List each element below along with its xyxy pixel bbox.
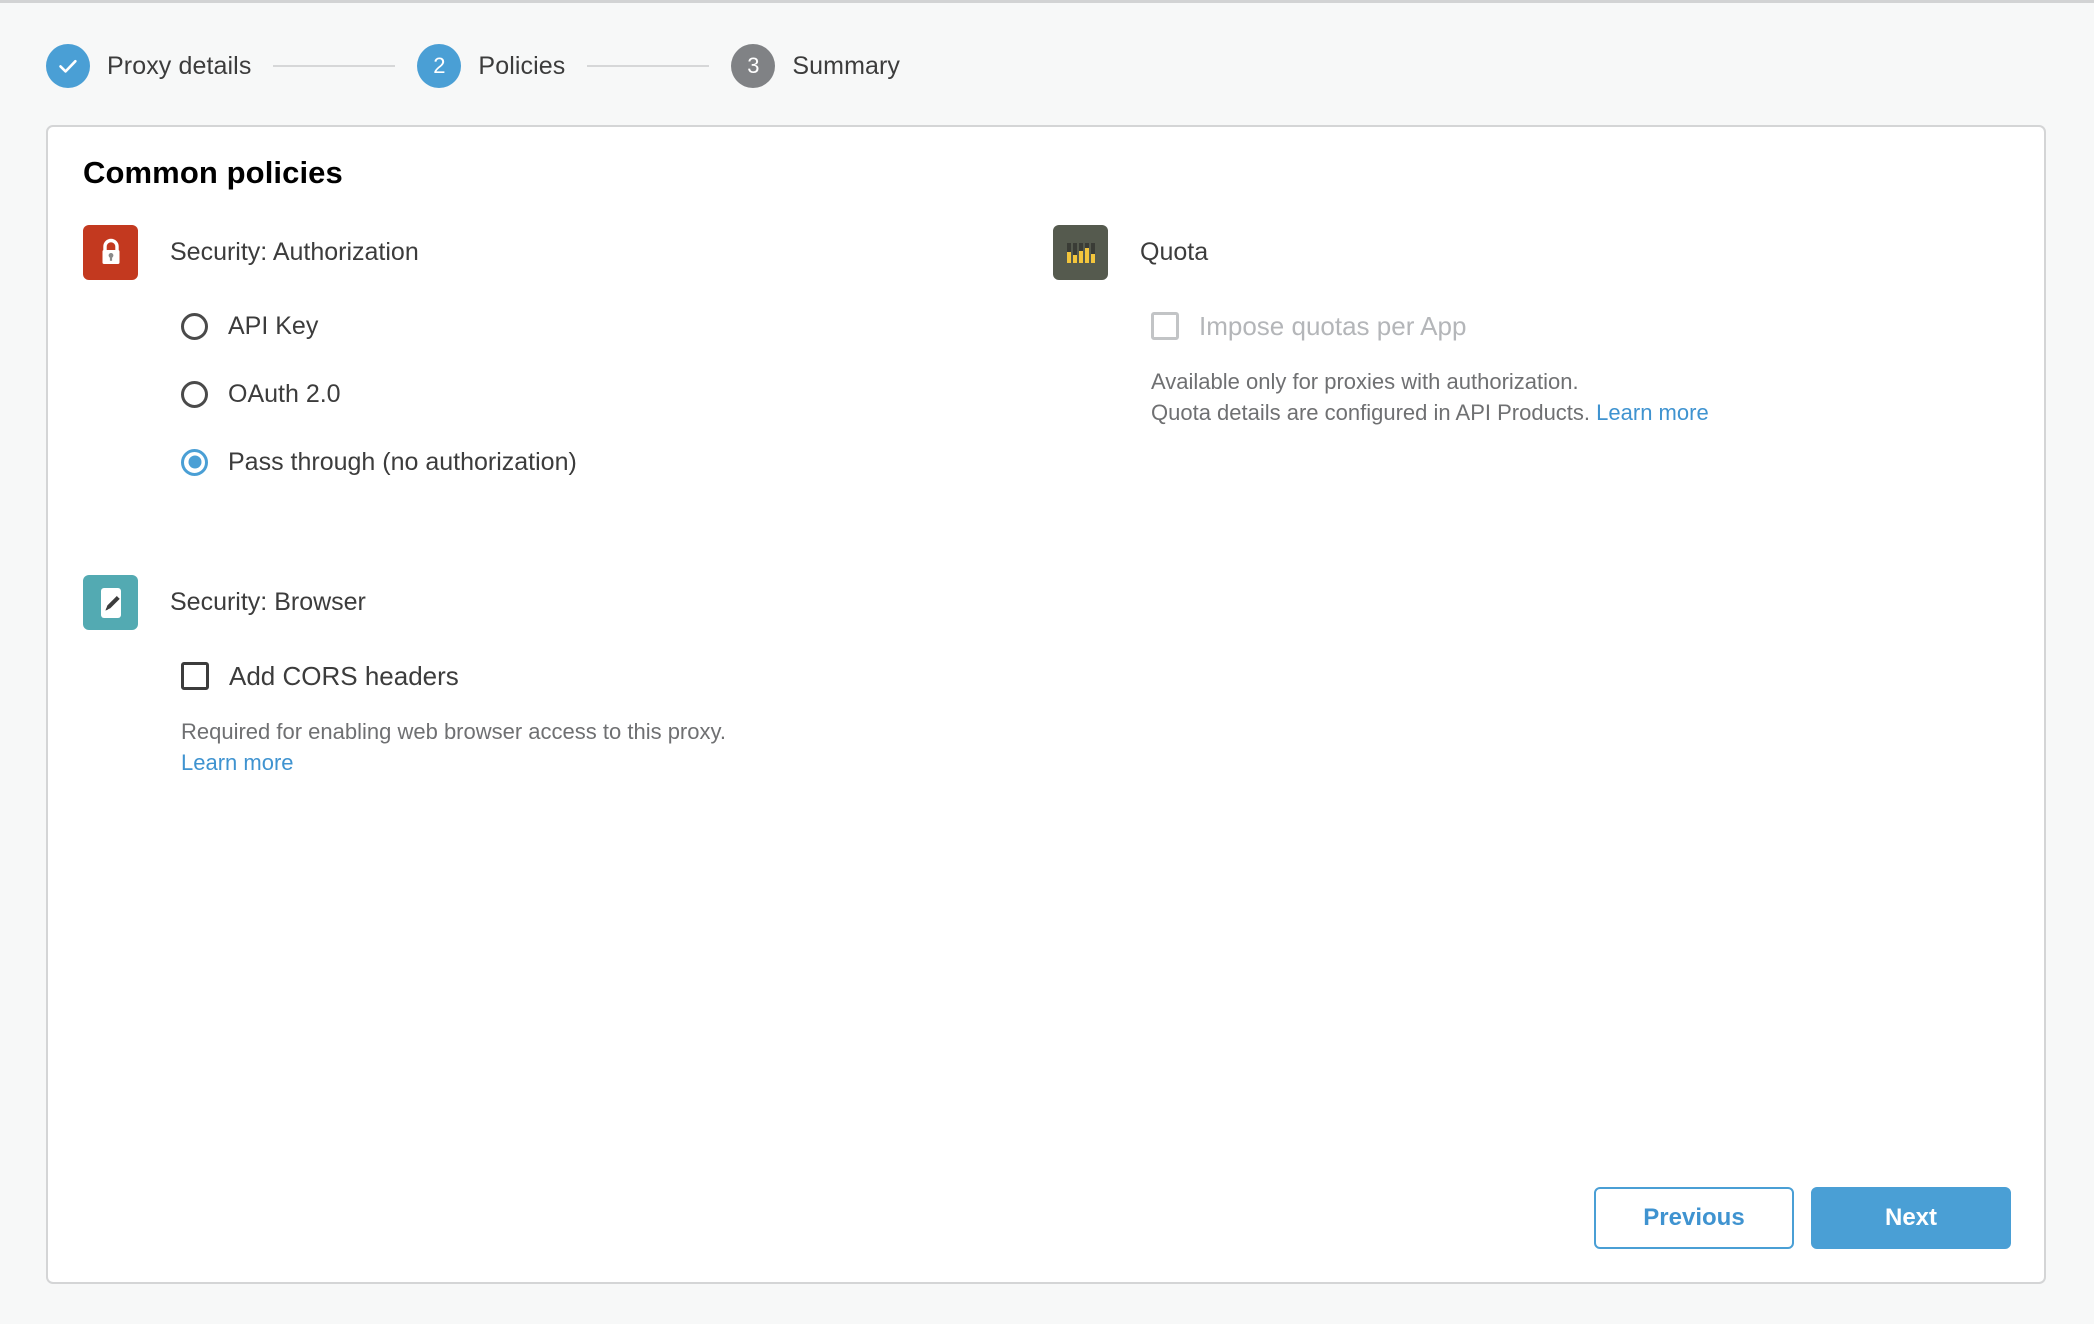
radio-indicator (181, 380, 208, 408)
page-title: Common policies (83, 155, 343, 190)
radio-label: Pass through (no authorization) (228, 447, 577, 476)
step-connector-2 (587, 65, 710, 67)
browser-helper-text: Required for enabling web browser access… (181, 716, 1003, 778)
bar-chart-icon (1053, 225, 1108, 280)
policy-header: Quota (1053, 225, 1973, 280)
next-button[interactable]: Next (1811, 1187, 2011, 1249)
policy-security-browser: Security: Browser Add CORS headers Requi… (83, 575, 1003, 778)
helper-line-1: Required for enabling web browser access… (181, 719, 726, 744)
step-2-badge: 2 (417, 44, 462, 88)
radio-label: OAuth 2.0 (228, 379, 341, 408)
policy-column-left: Security: Authorization API Key OAuth 2.… (83, 225, 1003, 778)
common-policies-card: Common policies Security: Authorization (46, 125, 2046, 1284)
lock-icon (83, 225, 138, 280)
pencil-icon (83, 575, 138, 630)
checkbox-add-cors-headers[interactable]: Add CORS headers (181, 656, 1003, 696)
policy-columns: Security: Authorization API Key OAuth 2.… (83, 225, 2009, 778)
checkbox-indicator (1151, 312, 1179, 340)
browser-learn-more-link[interactable]: Learn more (181, 750, 294, 775)
step-3-label: Summary (792, 51, 901, 80)
policy-options: Impose quotas per App Available only for… (1151, 306, 1973, 428)
step-connector-1 (273, 65, 396, 67)
policy-header: Security: Browser (83, 575, 1003, 630)
card-footer: Previous Next (1594, 1187, 2011, 1249)
policy-header: Security: Authorization (83, 225, 1003, 280)
radio-label: API Key (228, 311, 319, 340)
radio-indicator (181, 312, 208, 340)
wizard-stepper: Proxy details 2 Policies 3 Summary (46, 38, 900, 94)
step-proxy-details[interactable]: Proxy details (46, 44, 251, 88)
step-2-label: Policies (478, 51, 566, 80)
radio-option-api-key[interactable]: API Key (181, 306, 1003, 346)
radio-option-oauth[interactable]: OAuth 2.0 (181, 374, 1003, 414)
policy-title: Security: Browser (170, 588, 366, 616)
check-icon (56, 54, 80, 78)
policy-title: Quota (1140, 238, 1209, 266)
helper-line-1: Available only for proxies with authoriz… (1151, 369, 1579, 394)
policy-title: Security: Authorization (170, 238, 419, 266)
policy-quota: Quota Impose quotas per App Available on… (1053, 225, 1973, 428)
quota-helper-text: Available only for proxies with authoriz… (1151, 366, 1973, 428)
policy-options: Add CORS headers Required for enabling w… (181, 656, 1003, 778)
checkbox-label: Add CORS headers (229, 660, 459, 691)
checkbox-label: Impose quotas per App (1199, 310, 1467, 341)
top-divider (0, 0, 2094, 3)
step-1-badge (46, 44, 90, 88)
quota-learn-more-link[interactable]: Learn more (1596, 400, 1709, 425)
radio-option-pass-through[interactable]: Pass through (no authorization) (181, 442, 1003, 482)
previous-button[interactable]: Previous (1594, 1187, 1794, 1249)
policy-security-authorization: Security: Authorization API Key OAuth 2.… (83, 225, 1003, 482)
policy-options: API Key OAuth 2.0 Pass through (no autho… (181, 306, 1003, 482)
step-1-label: Proxy details (107, 51, 252, 80)
checkbox-impose-quotas-per-app[interactable]: Impose quotas per App (1151, 306, 1973, 346)
checkbox-indicator (181, 662, 209, 690)
helper-line-2: Quota details are configured in API Prod… (1151, 400, 1591, 425)
step-policies[interactable]: 2 Policies (417, 44, 565, 88)
step-3-badge: 3 (731, 44, 776, 88)
policy-column-right: Quota Impose quotas per App Available on… (1053, 225, 1973, 778)
radio-indicator-selected (181, 448, 208, 476)
step-summary[interactable]: 3 Summary (731, 44, 900, 88)
